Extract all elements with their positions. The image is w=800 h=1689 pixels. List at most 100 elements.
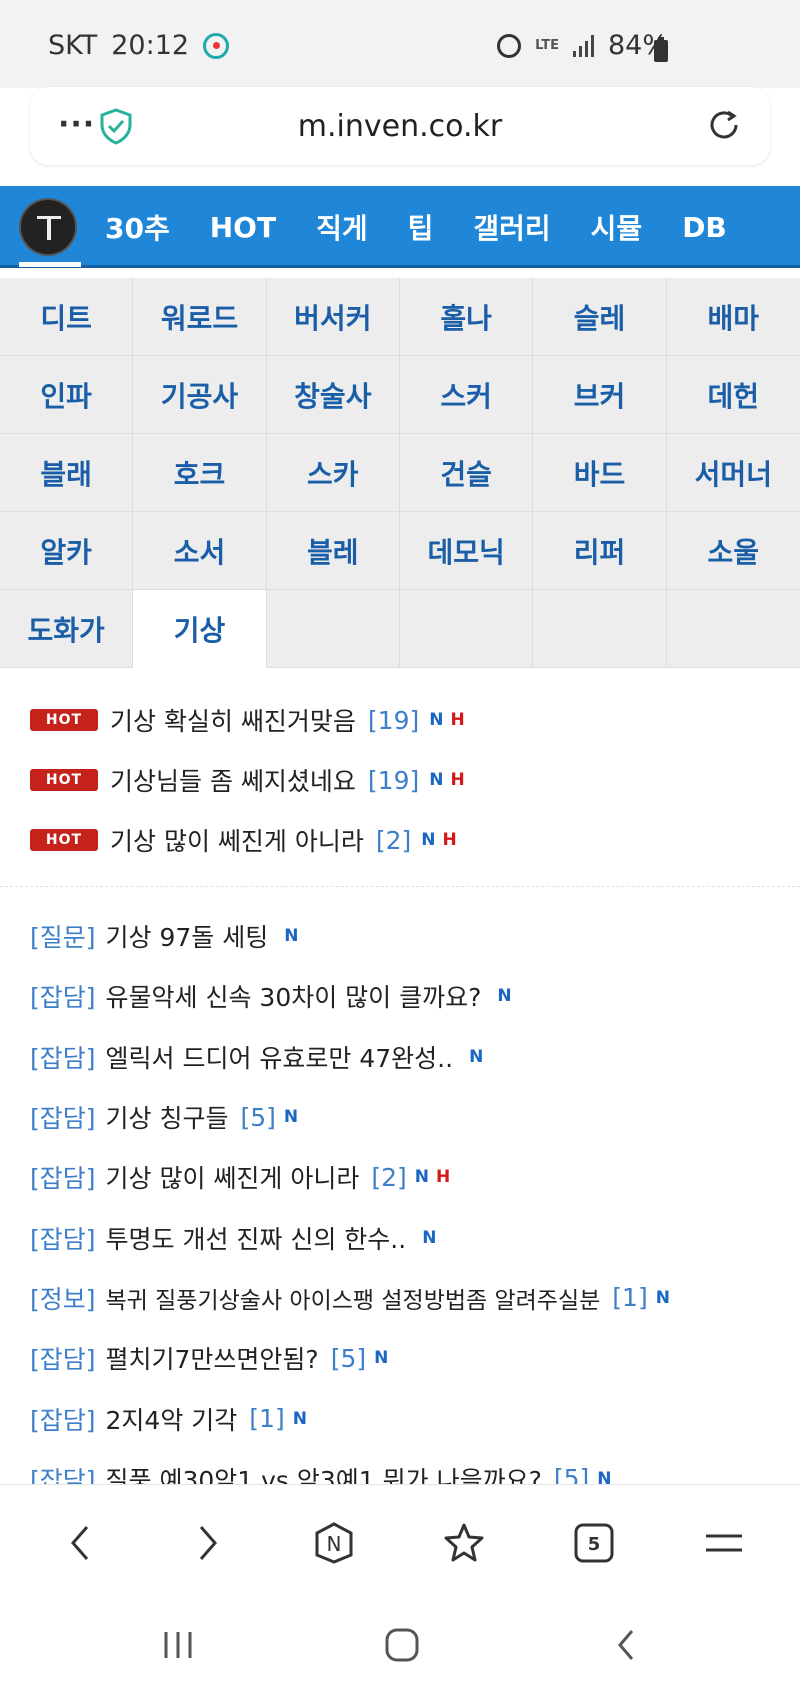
hot-post-row[interactable]: HOT 기상 많이 쎄진게 아니라 [2] N H bbox=[30, 810, 790, 870]
post-row[interactable]: [잡담] 투명도 개선 진짜 신의 한수.. N bbox=[30, 1207, 790, 1267]
post-category: [잡담] bbox=[30, 1345, 96, 1375]
post-title[interactable]: 기상 칭구들 bbox=[106, 1099, 229, 1135]
new-mark: N bbox=[422, 1227, 437, 1248]
class-tab[interactable]: 브커 bbox=[533, 356, 667, 434]
class-tab[interactable]: 스커 bbox=[399, 356, 534, 434]
new-mark: N bbox=[421, 830, 436, 850]
class-tab[interactable]: 건슬 bbox=[399, 434, 534, 512]
recent-apps-button[interactable] bbox=[158, 1625, 198, 1665]
nav-active-indicator bbox=[19, 262, 81, 267]
class-tab[interactable]: 도화가 bbox=[0, 590, 134, 668]
post-title[interactable]: 기상 많이 쎄진게 아니라 bbox=[106, 1159, 360, 1195]
class-tab[interactable]: 워로드 bbox=[133, 278, 267, 356]
class-tab[interactable]: 인파 bbox=[0, 356, 134, 434]
post-title[interactable]: 질풍 예30악1 vs 악3예1 뭐가 나을까요? bbox=[106, 1461, 542, 1486]
post-title[interactable]: 투명도 개선 진짜 신의 한수.. bbox=[106, 1220, 407, 1256]
board-nav-bar: 30추 HOT 직게 팁 갤러리 시뮬 DB bbox=[0, 186, 800, 268]
class-tab[interactable]: 소서 bbox=[133, 512, 267, 590]
back-system-button[interactable] bbox=[606, 1625, 646, 1665]
post-row[interactable]: [잡담] 엘릭서 드디어 유효로만 47완성.. N bbox=[30, 1027, 790, 1087]
post-category: [잡담] bbox=[30, 983, 96, 1013]
class-tab[interactable]: 리퍼 bbox=[533, 512, 667, 590]
post-title[interactable]: 복귀 질풍기상술사 아이스팽 설정방법좀 알려주실분 bbox=[106, 1281, 601, 1315]
home-square-icon bbox=[385, 1628, 419, 1662]
post-title[interactable]: 기상님들 좀 쎄지셨네요 bbox=[110, 762, 356, 798]
post-row[interactable]: [질문] 기상 97돌 세팅 N bbox=[30, 906, 790, 966]
nav-item-jikge[interactable]: 직게 bbox=[316, 207, 368, 247]
post-title[interactable]: 엘릭서 드디어 유효로만 47완성.. bbox=[106, 1039, 454, 1075]
hamburger-menu-icon bbox=[706, 1534, 742, 1552]
class-tab[interactable]: 블레 bbox=[266, 512, 400, 590]
hot-post-row[interactable]: HOT 기상 확실히 쌔진거맞음 [19] N H bbox=[30, 690, 790, 750]
lostark-logo-icon[interactable] bbox=[19, 198, 77, 256]
class-tab[interactable]: 창술사 bbox=[266, 356, 400, 434]
class-tab[interactable]: 블래 bbox=[0, 434, 134, 512]
post-category: [잡담] bbox=[30, 1224, 96, 1254]
post-category: [잡담] bbox=[30, 1164, 96, 1194]
post-row[interactable]: [잡담] 질풍 예30악1 vs 악3예1 뭐가 나을까요? [5] N bbox=[30, 1449, 790, 1486]
post-category: [잡담] bbox=[30, 1104, 96, 1134]
post-row[interactable]: [잡담] 기상 칭구들 [5] N bbox=[30, 1087, 790, 1147]
class-tab[interactable]: 디트 bbox=[0, 278, 134, 356]
class-tab[interactable]: 서머너 bbox=[666, 434, 800, 512]
new-mark: N bbox=[284, 926, 299, 947]
back-button[interactable] bbox=[58, 1521, 102, 1565]
hot-post-row[interactable]: HOT 기상님들 좀 쎄지셨네요 [19] N H bbox=[30, 750, 790, 810]
nav-item-db[interactable]: DB bbox=[682, 211, 727, 244]
class-tab-active[interactable]: 기상 bbox=[133, 590, 267, 668]
post-title[interactable]: 기상 확실히 쌔진거맞음 bbox=[110, 702, 356, 738]
carrier-label: SKT bbox=[48, 30, 98, 61]
post-list: [질문] 기상 97돌 세팅 N [잡담] 유물악세 신속 30차이 많이 클까… bbox=[30, 906, 790, 1486]
home-system-button[interactable] bbox=[382, 1625, 422, 1665]
list-divider bbox=[0, 886, 800, 887]
post-category: [정보] bbox=[30, 1284, 96, 1314]
class-tab[interactable]: 호크 bbox=[133, 434, 267, 512]
class-tab[interactable]: 데모닉 bbox=[399, 512, 534, 590]
url-text[interactable]: m.inven.co.kr bbox=[30, 109, 770, 144]
bookmark-button[interactable] bbox=[442, 1521, 486, 1565]
status-left: SKT 20:12 bbox=[48, 30, 230, 61]
post-category: [잡담] bbox=[30, 1043, 96, 1073]
home-button[interactable]: N bbox=[312, 1521, 356, 1565]
class-tab[interactable]: 스카 bbox=[266, 434, 400, 512]
post-row[interactable]: [잡담] 2지4악 기각 [1] N bbox=[30, 1388, 790, 1448]
nav-item-simul[interactable]: 시뮬 bbox=[591, 207, 643, 247]
forward-button[interactable] bbox=[186, 1521, 230, 1565]
class-tab[interactable]: 배마 bbox=[666, 278, 800, 356]
post-row[interactable]: [잡담] 기상 많이 쎄진게 아니라 [2] N H bbox=[30, 1147, 790, 1207]
new-mark: N bbox=[429, 770, 444, 790]
post-title[interactable]: 기상 많이 쎄진게 아니라 bbox=[110, 822, 364, 858]
hot-mark: H bbox=[450, 770, 465, 790]
post-row[interactable]: [잡담] 유물악세 신속 30차이 많이 클까요? N bbox=[30, 966, 790, 1026]
reload-icon[interactable] bbox=[706, 107, 742, 143]
post-title[interactable]: 기상 97돌 세팅 bbox=[106, 918, 269, 954]
class-tab-empty bbox=[666, 590, 800, 668]
nav-item-hot[interactable]: HOT bbox=[210, 211, 276, 244]
post-row[interactable]: [잡담] 펼치기7만쓰면안됨? [5] N bbox=[30, 1328, 790, 1388]
class-tab[interactable]: 데헌 bbox=[666, 356, 800, 434]
comment-count: [2] bbox=[371, 1162, 407, 1192]
post-row[interactable]: [정보] 복귀 질풍기상술사 아이스팽 설정방법좀 알려주실분 [1] N bbox=[30, 1268, 790, 1328]
hot-mark: H bbox=[450, 710, 465, 730]
nav-item-tip[interactable]: 팁 bbox=[408, 207, 434, 247]
tabs-button[interactable]: 5 bbox=[572, 1521, 616, 1565]
post-title[interactable]: 펼치기7만쓰면안됨? bbox=[106, 1340, 319, 1376]
nav-item-30chu[interactable]: 30추 bbox=[105, 207, 170, 247]
class-tab[interactable]: 알카 bbox=[0, 512, 134, 590]
lte-icon: LTE bbox=[535, 37, 559, 53]
class-tab[interactable]: 소울 bbox=[666, 512, 800, 590]
class-tab[interactable]: 바드 bbox=[533, 434, 667, 512]
menu-button[interactable] bbox=[702, 1521, 746, 1565]
location-icon bbox=[203, 32, 230, 59]
post-title[interactable]: 유물악세 신속 30차이 많이 클까요? bbox=[106, 978, 482, 1014]
nav-item-gallery[interactable]: 갤러리 bbox=[473, 207, 550, 247]
alarm-icon bbox=[497, 33, 522, 58]
class-tab[interactable]: 기공사 bbox=[133, 356, 267, 434]
post-title[interactable]: 2지4악 기각 bbox=[106, 1401, 238, 1437]
class-tab[interactable]: 버서커 bbox=[266, 278, 400, 356]
address-bar[interactable]: ··· m.inven.co.kr bbox=[30, 87, 770, 165]
class-tab[interactable]: 홀나 bbox=[399, 278, 534, 356]
hot-badge: HOT bbox=[30, 829, 98, 851]
class-tab[interactable]: 슬레 bbox=[533, 278, 667, 356]
comment-count: [1] bbox=[249, 1404, 285, 1434]
